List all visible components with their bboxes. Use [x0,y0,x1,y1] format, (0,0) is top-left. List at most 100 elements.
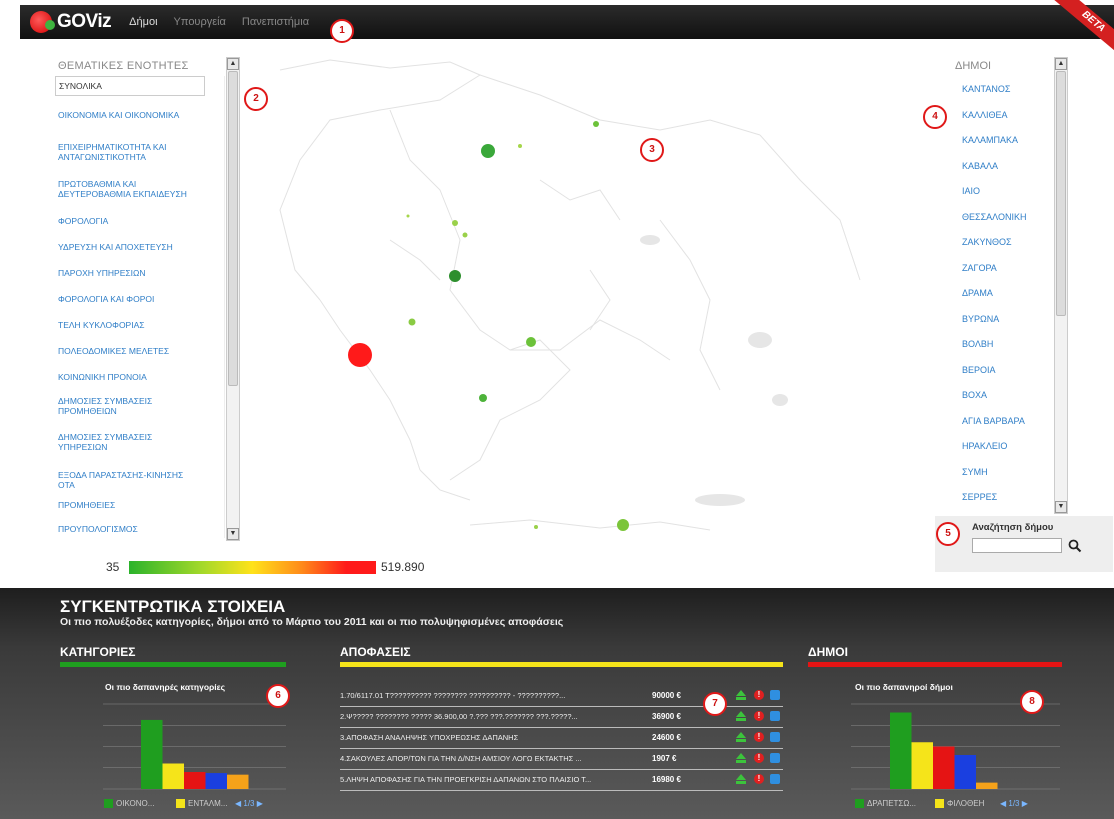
theme-item[interactable]: ΤΕΛΗ ΚΥΚΛΟΦΟΡΙΑΣ [55,320,195,330]
bar-2[interactable] [911,742,934,789]
theme-item[interactable]: ΠΡΩΤΟΒΑΘΜΙΑ ΚΑΙ ΔΕΥΤΕΡΟΒΑΘΜΙΑ ΕΚΠΑΙΔΕΥΣΗ [55,179,195,199]
map-bubble[interactable] [406,214,410,218]
theme-item[interactable]: ΥΔΡΕΥΣΗ ΚΑΙ ΑΠΟΧΕΤΕΥΣΗ [55,242,195,252]
municipality-item[interactable]: ΚΑΛΛΙΘΕΑ [962,110,1008,120]
map-bubble[interactable] [518,144,522,148]
decision-text[interactable]: 4.ΣΑΚΟΥΛΕΣ ΑΠΟΡ/ΤΩΝ ΓΙΑ ΤΗΝ Δ/ΝΣΗ ΑΜΣΙΟΥ… [340,754,645,763]
share-icon[interactable] [770,774,780,784]
nav-ministries[interactable]: Υπουργεία [174,16,226,28]
municipality-item[interactable]: ΣΕΡΡΕΣ [962,492,997,502]
municipality-item[interactable]: ΒΕΡΟΙΑ [962,365,996,375]
municipality-item[interactable]: ΒΟΧΑ [962,390,987,400]
share-icon[interactable] [770,690,780,700]
vote-up-icon[interactable] [736,774,746,784]
map-bubble[interactable] [462,232,468,238]
vote-up-icon[interactable] [736,711,746,721]
map-bubble[interactable] [593,121,599,127]
beta-ribbon-wrap: BETA [1050,0,1114,64]
report-icon[interactable]: ! [754,753,764,763]
municipalities-scrollbar[interactable]: ▲ ▼ [1054,57,1068,514]
map-bubble[interactable] [408,318,416,326]
decision-row[interactable]: 5.ΛΗΨΗ ΑΠΟΦΑΣΗΣ ΓΙΑ ΤΗΝ ΠΡΟΕΓΚΡΙΣΗ ΔΑΠΑΝ… [340,770,783,791]
vote-up-icon[interactable] [736,732,746,742]
bar-4[interactable] [205,773,228,789]
scroll-up-icon[interactable]: ▲ [1055,58,1067,70]
decision-text[interactable]: 1.70/6117.01 Τ?????????? ???????? ??????… [340,691,645,700]
share-icon[interactable] [770,732,780,742]
municipality-item[interactable]: ΣΥΜΗ [962,467,988,477]
municipality-item[interactable]: ΚΑΒΑΛΑ [962,161,998,171]
categories-chart[interactable] [58,694,288,792]
municipalities-pager[interactable]: ◀ 1/3 ▶ [1000,799,1028,808]
greece-map[interactable] [240,40,950,560]
share-icon[interactable] [770,753,780,763]
municipality-item[interactable]: ΖΑΚΥΝΘΟΣ [962,237,1012,247]
report-icon[interactable]: ! [754,711,764,721]
scroll-down-icon[interactable]: ▼ [227,528,239,540]
bar-1[interactable] [141,719,163,789]
theme-item[interactable]: ΟΙΚΟΝΟΜΙΑ ΚΑΙ ΟΙΚΟΝΟΜΙΚΑ [55,110,195,120]
decision-row[interactable]: 4.ΣΑΚΟΥΛΕΣ ΑΠΟΡ/ΤΩΝ ΓΙΑ ΤΗΝ Δ/ΝΣΗ ΑΜΣΙΟΥ… [340,749,783,770]
report-icon[interactable]: ! [754,774,764,784]
bar-1[interactable] [890,712,912,790]
municipality-item[interactable]: ΒΥΡΩΝΑ [962,314,999,324]
municipality-item[interactable]: ΘΕΣΣΑΛΟΝΙΚΗ [962,212,1026,222]
municipality-item[interactable]: ΔΡΑΜΑ [962,288,993,298]
map-bubble[interactable] [348,343,372,367]
search-icon[interactable] [1068,539,1082,553]
decision-row[interactable]: 3.ΑΠΟΦΑΣΗ ΑΝΑΛΗΨΗΣ ΥΠΟΧΡΕΩΣΗΣ ΔΑΠΑΝΗΣ 246… [340,728,783,749]
theme-item[interactable]: ΠΑΡΟΧΗ ΥΠΗΡΕΣΙΩΝ [55,268,195,278]
report-icon[interactable]: ! [754,690,764,700]
theme-item[interactable]: ΦΟΡΟΛΟΓΙΑ ΚΑΙ ΦΟΡΟΙ [55,294,195,304]
vote-up-icon[interactable] [736,690,746,700]
decision-text[interactable]: 5.ΛΗΨΗ ΑΠΟΦΑΣΗΣ ΓΙΑ ΤΗΝ ΠΡΟΕΓΚΡΙΣΗ ΔΑΠΑΝ… [340,775,645,784]
municipality-item[interactable]: ΗΡΑΚΛΕΙΟ [962,441,1007,451]
theme-item[interactable]: ΠΟΛΕΟΔΟΜΙΚΕΣ ΜΕΛΕΤΕΣ [55,346,195,356]
vote-up-icon[interactable] [736,753,746,763]
map-bubble[interactable] [534,525,538,529]
theme-item[interactable]: ΦΟΡΟΛΟΓΙΑ [55,216,195,226]
theme-item[interactable]: ΕΠΙΧΕΙΡΗΜΑΤΙΚΟΤΗΤΑ ΚΑΙ ΑΝΤΑΓΩΝΙΣΤΙΚΟΤΗΤΑ [55,142,195,162]
municipality-item[interactable]: ΒΟΛΒΗ [962,339,993,349]
scroll-down-icon[interactable]: ▼ [1055,501,1067,513]
nav-universities[interactable]: Πανεπιστήμια [242,16,309,28]
bar-4[interactable] [954,755,977,789]
categories-pager[interactable]: ◀ 1/3 ▶ [235,799,263,808]
scroll-up-icon[interactable]: ▲ [227,58,239,70]
municipality-item[interactable]: ΚΑΛΑΜΠΑΚΑ [962,135,1018,145]
map-bubble[interactable] [526,337,536,347]
report-icon[interactable]: ! [754,732,764,742]
municipalities-list: ΚΑΝΤΑΝΟΣ ΚΑΛΛΙΘΕΑ ΚΑΛΑΜΠΑΚΑ ΚΑΒΑΛΑ ΙΑΙΟ ΘΕΣΣΑ… [950,76,1050,512]
nav-municipalities[interactable]: Δήμοι [129,16,157,28]
themes-scrollbar[interactable]: ▲ ▼ [226,57,240,541]
map-bubble[interactable] [617,519,629,531]
decision-text[interactable]: 2.Ψ????? ???????? ????? 36.900,00 ?.??? … [340,712,645,721]
decision-text[interactable]: 3.ΑΠΟΦΑΣΗ ΑΝΑΛΗΨΗΣ ΥΠΟΧΡΕΩΣΗΣ ΔΑΠΑΝΗΣ [340,733,645,742]
theme-item[interactable]: ΣΥΝΟΛΙΚΑ [55,76,205,96]
municipality-item[interactable]: ΑΓΙΑ ΒΑΡΒΑΡΑ [962,416,1025,426]
municipality-item[interactable]: ΙΑΙΟ [962,186,980,196]
scroll-thumb[interactable] [228,71,238,386]
bar-3[interactable] [184,772,206,789]
map-bubble[interactable] [452,220,458,226]
logo[interactable]: GOViz [30,11,112,33]
theme-item[interactable]: ΠΡΟΜΗΘΕΙΕΣ [55,500,195,510]
map-bubble[interactable] [449,270,461,282]
search-input[interactable] [972,538,1062,553]
theme-item[interactable]: ΚΟΙΝΩΝΙΚΗ ΠΡΟΝΟΙΑ [55,372,195,382]
share-icon[interactable] [770,711,780,721]
bar-3[interactable] [933,746,955,790]
bar-5[interactable] [227,774,249,789]
theme-item[interactable]: ΕΞΟΔΑ ΠΑΡΑΣΤΑΣΗΣ-ΚΙΝΗΣΗΣ ΟΤΑ [55,470,195,490]
municipality-item[interactable]: ΖΑΓΟΡΑ [962,263,997,273]
municipality-item[interactable]: ΚΑΝΤΑΝΟΣ [962,84,1010,94]
bar-2[interactable] [162,763,185,790]
logo-icon [30,11,55,33]
scroll-thumb[interactable] [1056,71,1066,316]
theme-item[interactable]: ΠΡΟΥΠΟΛΟΓΙΣΜΟΣ [55,524,195,534]
map-bubble[interactable] [479,394,487,402]
bar-5[interactable] [976,782,998,789]
theme-item[interactable]: ΔΗΜΟΣΙΕΣ ΣΥΜΒΑΣΕΙΣ ΥΠΗΡΕΣΙΩΝ [55,432,195,452]
theme-item[interactable]: ΔΗΜΟΣΙΕΣ ΣΥΜΒΑΣΕΙΣ ΠΡΟΜΗΘΕΙΩΝ [55,396,195,416]
map-bubble[interactable] [481,144,495,158]
